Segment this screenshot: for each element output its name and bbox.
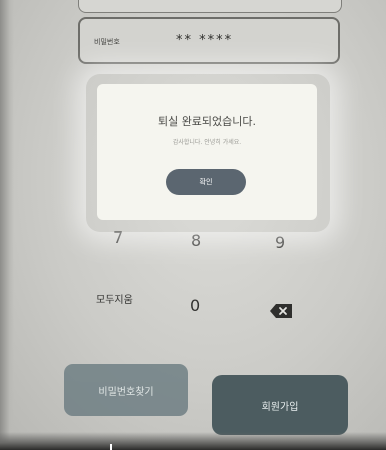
find-password-button[interactable]: 비밀번호찾기 bbox=[64, 364, 188, 416]
key-9[interactable]: 9 bbox=[275, 233, 285, 252]
checkout-complete-dialog: 퇴실 완료되었습니다. 감사합니다. 안녕히 가세요. 확인 bbox=[97, 84, 317, 220]
bottom-mark bbox=[110, 444, 112, 450]
id-field[interactable] bbox=[78, 0, 342, 13]
password-value: ** **** bbox=[176, 33, 234, 48]
password-label: 비밀번호 bbox=[94, 38, 120, 46]
password-field[interactable]: 비밀번호 ** **** bbox=[78, 17, 340, 64]
key-8[interactable]: 8 bbox=[191, 231, 201, 250]
clear-all-key[interactable]: 모두지움 bbox=[96, 291, 133, 306]
dialog-title: 퇴실 완료되었습니다. bbox=[157, 115, 257, 128]
key-0[interactable]: 0 bbox=[190, 296, 200, 315]
screen-bottom-edge bbox=[0, 432, 386, 450]
backspace-icon[interactable] bbox=[270, 304, 292, 318]
dialog-message: 감사합니다. 안녕히 가세요. bbox=[172, 139, 242, 146]
confirm-button[interactable]: 확인 bbox=[166, 169, 246, 195]
sign-up-button[interactable]: 회원가입 bbox=[212, 375, 348, 435]
screen-bezel bbox=[0, 0, 14, 450]
